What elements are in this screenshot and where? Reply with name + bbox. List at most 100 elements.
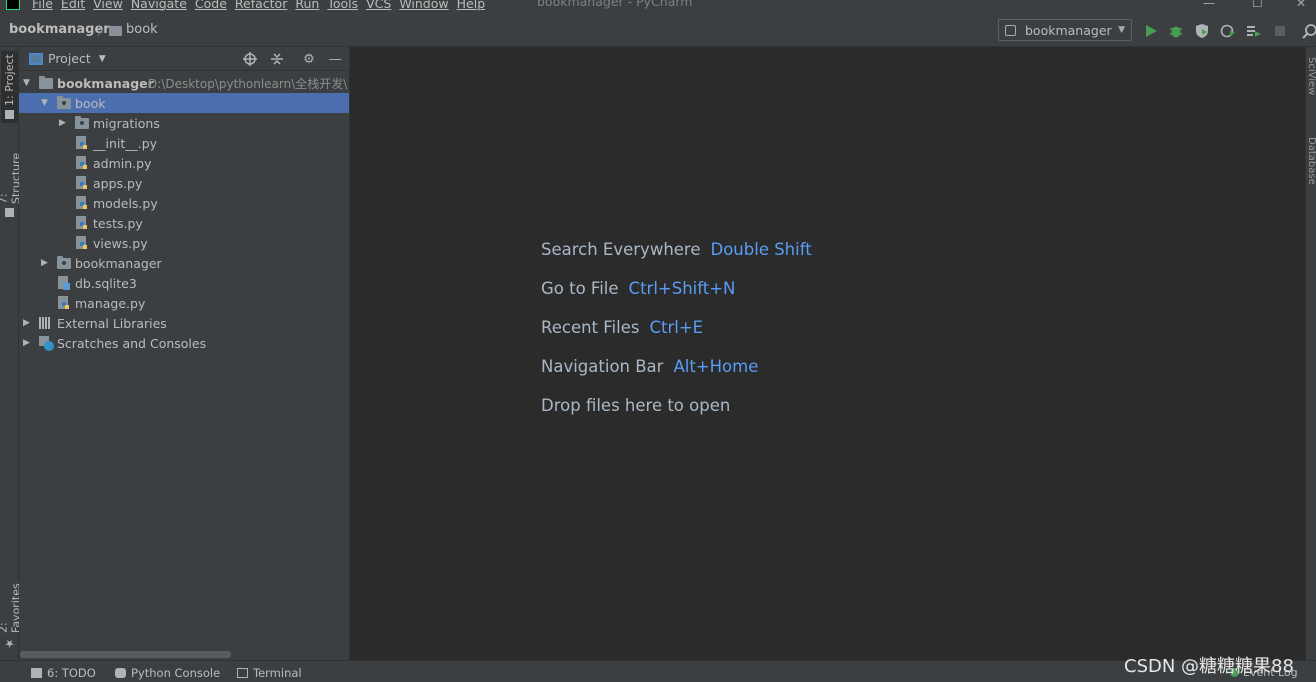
breadcrumb-separator-icon: 〉 (97, 24, 110, 38)
menu-item-window[interactable]: Window (399, 0, 448, 11)
python-file-icon (76, 176, 87, 189)
terminal-icon (237, 668, 248, 678)
watermark: CSDN @糖糖糖果88 (1124, 656, 1294, 677)
minimize-icon[interactable]: — (1203, 0, 1215, 10)
tree-row[interactable]: models.py (19, 193, 349, 213)
editor-hint: Go to File Ctrl+Shift+N (541, 279, 735, 298)
tab-sciview[interactable]: SciView (1306, 57, 1316, 95)
tree-row[interactable]: ▶ Scratches and Consoles (19, 333, 349, 353)
tree-row[interactable]: tests.py (19, 213, 349, 233)
tree-row[interactable]: apps.py (19, 173, 349, 193)
hint-shortcut: Ctrl+E (649, 318, 704, 337)
folder-icon (57, 256, 71, 269)
expand-arrow-icon[interactable]: ▼ (41, 98, 51, 108)
menu-item-refactor[interactable]: Refactor (235, 0, 287, 11)
close-icon[interactable]: ✕ (1296, 0, 1306, 10)
database-file-icon (58, 276, 70, 290)
right-tool-strip: SciView Database (1305, 47, 1316, 660)
search-icon[interactable] (1302, 23, 1316, 39)
python-file-icon (58, 296, 69, 309)
navigation-bar: bookmanager 〉 book bookmanager ▼ (0, 11, 1316, 47)
tree-item-label: db.sqlite3 (75, 275, 137, 291)
breadcrumb-child[interactable]: book (126, 22, 158, 37)
tree-row[interactable]: manage.py (19, 293, 349, 313)
tab-database[interactable]: Database (1306, 137, 1316, 185)
maximize-icon[interactable]: ☐ (1252, 0, 1263, 10)
status-bar: 6: TODO Python Console Terminal (0, 660, 1316, 682)
menu-item-code[interactable]: Code (195, 0, 227, 11)
folder-icon (75, 116, 89, 129)
menu-item-help[interactable]: Help (457, 0, 486, 11)
gear-icon[interactable]: ⚙ (302, 52, 316, 67)
folder-icon (109, 26, 122, 36)
tree-item-label: apps.py (93, 175, 143, 191)
breadcrumb-root[interactable]: bookmanager (9, 22, 110, 37)
menu-item-vcs[interactable]: VCS (366, 0, 391, 11)
python-icon (115, 668, 126, 678)
menu-item-edit[interactable]: Edit (61, 0, 85, 11)
run-configuration-label: bookmanager (1025, 22, 1112, 38)
editor-hint: Search Everywhere Double Shift (541, 240, 812, 259)
menu-item-tools[interactable]: Tools (327, 0, 358, 11)
collapse-arrow-icon[interactable]: ▶ (23, 318, 33, 328)
locate-icon[interactable] (243, 52, 257, 66)
tree-item-label: Scratches and Consoles (57, 335, 207, 351)
coverage-icon[interactable] (1194, 23, 1210, 39)
tree-item-label: manage.py (75, 295, 146, 311)
run-configuration-dropdown[interactable]: bookmanager ▼ (998, 19, 1132, 41)
tree-item-path: D:\Desktop\pythonlearn\全栈开发\ (148, 76, 348, 91)
tab-project[interactable]: 1: Project (1, 51, 18, 123)
collapse-all-icon[interactable] (270, 52, 284, 66)
tree-row[interactable]: ▶ bookmanager (19, 253, 349, 273)
menu-item-view[interactable]: View (93, 0, 123, 11)
tree-row[interactable]: ▼ bookmanager D:\Desktop\pythonlearn\全栈开发\ (19, 73, 349, 93)
tree-row[interactable]: __init__.py (19, 133, 349, 153)
editor-hint: Drop files here to open (541, 396, 730, 415)
star-icon: ★ (4, 637, 15, 650)
menu-item-file[interactable]: File (32, 0, 53, 11)
folder-icon (57, 96, 71, 109)
tree-item-label: models.py (93, 195, 158, 211)
project-panel-title[interactable]: Project (48, 51, 91, 66)
hide-panel-icon[interactable]: — (328, 52, 342, 67)
chevron-down-icon[interactable]: ▼ (99, 54, 106, 64)
tree-item-label: book (75, 95, 106, 111)
tab-favorites[interactable]: ★ 2: Favorites (0, 570, 23, 650)
horizontal-scrollbar[interactable] (20, 651, 231, 658)
python-console-tab[interactable]: Python Console (115, 666, 220, 680)
terminal-tab[interactable]: Terminal (237, 666, 302, 680)
tree-row[interactable]: db.sqlite3 (19, 273, 349, 293)
run-with-concurrency-icon[interactable] (1246, 23, 1262, 39)
project-view-icon (29, 52, 43, 65)
python-file-icon (76, 156, 87, 169)
profile-icon[interactable] (1220, 23, 1236, 39)
tree-row[interactable]: ▶ migrations (19, 113, 349, 133)
project-panel: Project ▼ ⚙ — ▼ bookmanager D:\Desktop\pyt… (19, 47, 350, 660)
tree-row[interactable]: views.py (19, 233, 349, 253)
django-icon (1005, 24, 1016, 36)
window-title: bookmanager - PyCharm (537, 0, 693, 9)
menu-item-run[interactable]: Run (295, 0, 319, 11)
expand-arrow-icon[interactable]: ▼ (23, 78, 33, 88)
menu-item-navigate[interactable]: Navigate (131, 0, 187, 11)
tree-item-label: External Libraries (57, 315, 167, 331)
tab-structure[interactable]: 7: Structure (0, 139, 23, 221)
stop-icon[interactable] (1272, 23, 1288, 39)
hint-text: Drop files here to open (541, 396, 731, 415)
tree-row[interactable]: ▶ External Libraries (19, 313, 349, 333)
collapse-arrow-icon[interactable]: ▶ (23, 338, 33, 348)
hint-shortcut: Alt+Home (673, 357, 759, 376)
left-tool-strip: 1: Project 7: Structure ★ 2: Favorites (0, 47, 23, 660)
run-icon[interactable] (1143, 23, 1159, 39)
python-file-icon (76, 136, 87, 149)
todo-tab[interactable]: 6: TODO (31, 666, 96, 680)
tree-row[interactable]: admin.py (19, 153, 349, 173)
tree-row[interactable]: ▼ book (19, 93, 349, 113)
scratches-icon (39, 336, 54, 351)
folder-icon (39, 76, 53, 89)
python-file-icon (76, 196, 87, 209)
debug-icon[interactable] (1168, 23, 1184, 39)
list-icon (31, 668, 42, 678)
collapse-arrow-icon[interactable]: ▶ (41, 258, 51, 268)
collapse-arrow-icon[interactable]: ▶ (59, 118, 69, 128)
